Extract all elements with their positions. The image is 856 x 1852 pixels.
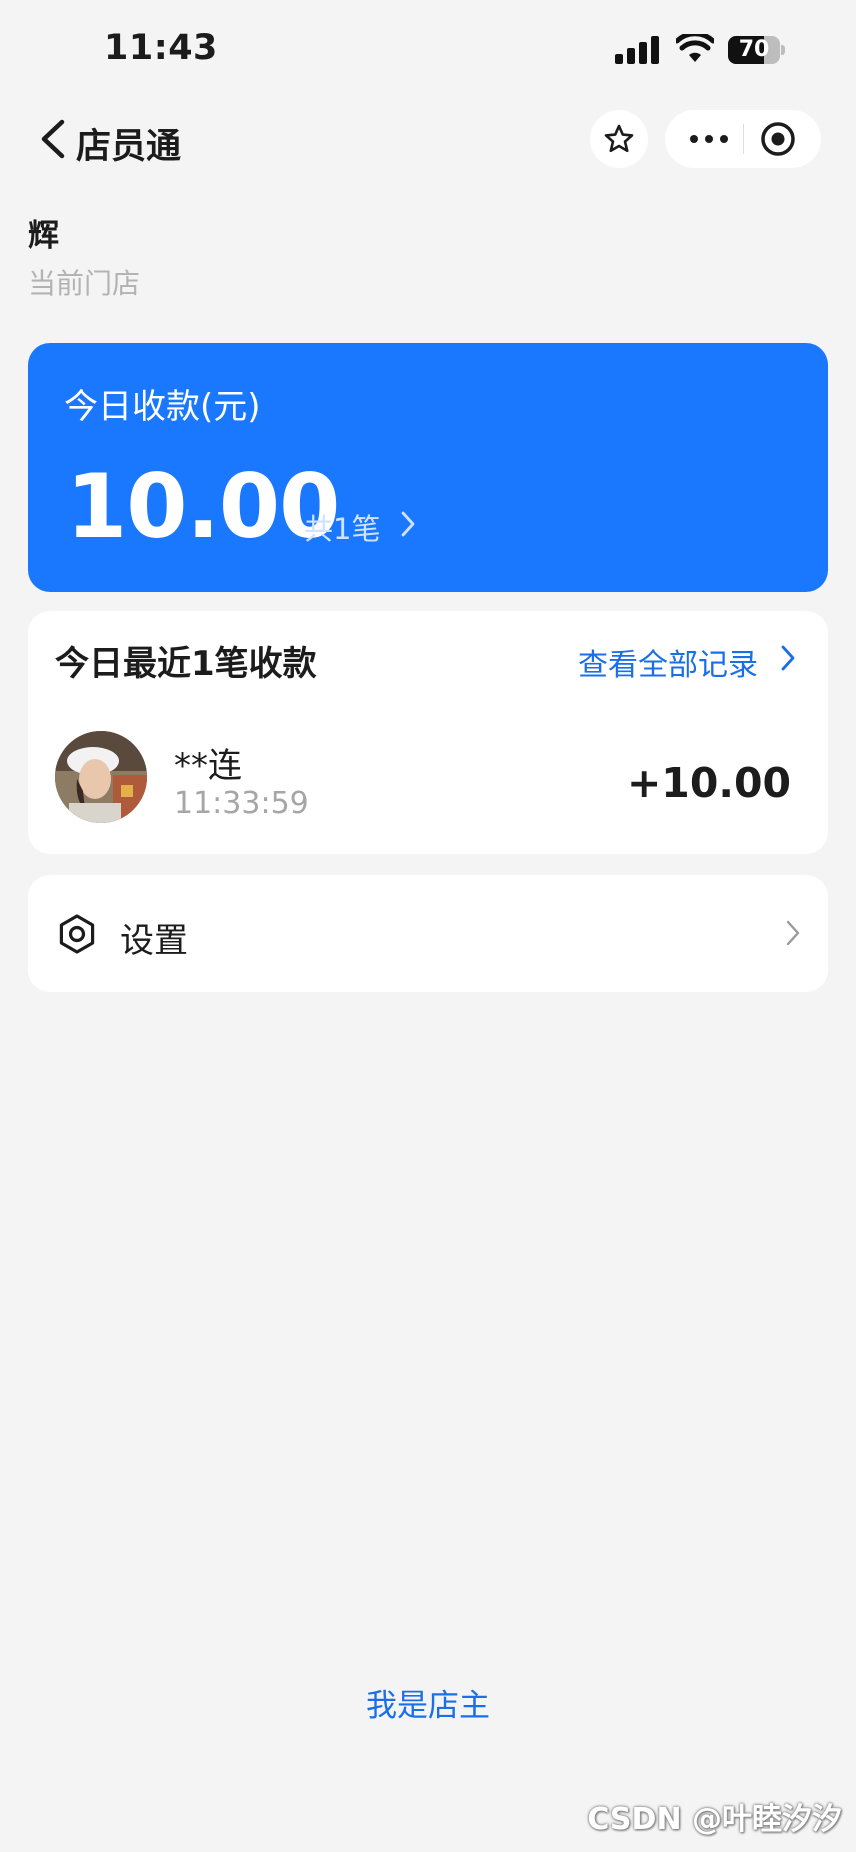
capsule-divider (743, 124, 744, 154)
close-circle-icon[interactable] (759, 120, 797, 158)
page-title: 店员通 (76, 127, 182, 167)
income-count-link[interactable]: 共1笔 (304, 506, 380, 548)
mini-program-capsule (665, 110, 821, 168)
settings-row[interactable]: 设置 (28, 875, 828, 992)
favorite-button[interactable] (590, 110, 648, 168)
status-time: 11:43 (104, 28, 218, 68)
more-dots-icon[interactable] (685, 125, 733, 153)
recent-payments-card: 今日最近1笔收款 查看全部记录 **连 11:33:59 +10.00 (28, 611, 828, 854)
settings-label: 设置 (120, 921, 188, 961)
chevron-right-icon[interactable] (400, 510, 416, 538)
chevron-right-icon (786, 920, 800, 946)
battery-indicator: 70 (728, 36, 786, 64)
watermark: CSDN @叶睦汐汐 (587, 1802, 842, 1837)
payment-amount: +10.00 (626, 759, 791, 807)
nav-bar: 店员通 (0, 100, 856, 180)
star-icon (604, 124, 634, 153)
chevron-right-icon[interactable] (780, 644, 796, 672)
store-name: 辉 (28, 218, 59, 254)
income-label: 今日收款(元) (64, 387, 261, 427)
payment-time: 11:33:59 (174, 786, 309, 821)
gear-icon (59, 914, 95, 954)
view-all-records-link[interactable]: 查看全部记录 (578, 640, 758, 684)
today-income-card: 今日收款(元) 10.00 共1笔 (28, 343, 828, 592)
battery-level: 70 (738, 37, 770, 62)
i-am-owner-link[interactable]: 我是店主 (0, 1680, 856, 1725)
cellular-signal-icon (615, 36, 659, 64)
income-amount: 10.00 (66, 455, 340, 558)
status-bar: 11:43 70 (0, 0, 856, 100)
payer-name: **连 (174, 746, 242, 786)
wifi-icon (676, 34, 714, 62)
store-subtitle: 当前门店 (28, 267, 141, 300)
avatar (55, 731, 147, 823)
recent-payments-title: 今日最近1笔收款 (55, 644, 317, 684)
back-arrow-icon[interactable] (36, 116, 70, 162)
